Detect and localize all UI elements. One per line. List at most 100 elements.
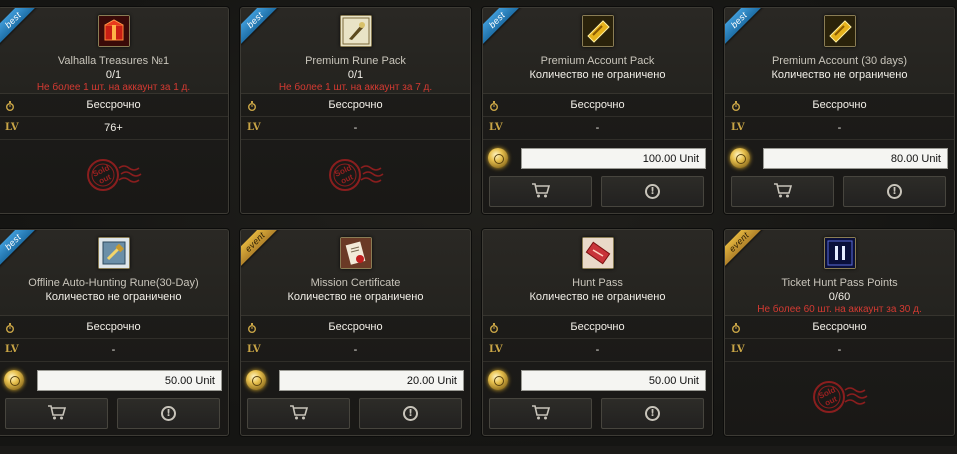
item-quantity: Количество не ограничено [529,291,666,303]
shop-item-card: Hunt Pass Количество не ограничено Бессроч… [482,229,713,436]
info-icon: ! [645,406,660,421]
cart-icon [47,404,67,423]
sold-out-stamp-icon: Sold out [811,376,871,416]
red-pass-ticket-icon[interactable] [581,237,614,269]
level-row: LV - [725,118,954,140]
duration-row: Бессрочно [241,95,470,117]
sold-out-stamp-icon: Sold out [327,154,387,194]
purchase-limit: Не более 1 шт. на аккаунт за 1 д. [36,82,191,93]
shop-item-card: best Valhalla Treasures №1 0/1 Не более 1 ш… [0,7,229,214]
coin-icon [488,370,508,390]
level-row: LV - [725,340,954,362]
shop-item-card: event Ticket Hunt Pass Points 0/60 Не более… [724,229,955,436]
coin-icon [4,370,24,390]
red-treasure-box-icon[interactable] [97,15,130,47]
item-quantity: 0/1 [105,69,122,81]
page-footer-strip [0,446,957,454]
level-value: - [353,344,358,356]
duration-row: Бессрочно [0,317,228,339]
level-row: LV - [483,118,712,140]
duration-value: Бессрочно [86,99,141,111]
item-info-button[interactable]: ! [117,398,220,429]
duration-row: Бессрочно [241,317,470,339]
price-field[interactable]: 20.00 Unit [279,370,464,391]
cart-icon [531,404,551,423]
purchase-limit: Не более 1 шт. на аккаунт за 7 д. [278,82,433,93]
price-field[interactable]: 100.00 Unit [521,148,706,169]
add-to-cart-button[interactable] [247,398,350,429]
rune-quill-icon[interactable] [339,15,372,47]
level-value: - [353,122,358,134]
price-row: 100.00 Unit [483,146,712,170]
level-value: - [111,344,116,356]
item-name: Premium Account (30 days) [771,55,908,67]
shop-item-card: best Premium Rune Pack 0/1 Не более 1 шт. н… [240,7,471,214]
duration-value: Бессрочно [812,99,867,111]
item-name: Premium Account Pack [540,55,655,67]
level-row: LV - [0,340,228,362]
price-row: 50.00 Unit [0,368,228,392]
item-quantity: Количество не ограничено [529,69,666,81]
item-quantity: Количество не ограничено [287,291,424,303]
blue-pass-icon[interactable] [823,237,856,269]
duration-value: Бессрочно [812,321,867,333]
info-icon: ! [645,184,660,199]
level-value: - [595,122,600,134]
shop-item-card: best Premium Account (30 days) Количество … [724,7,955,214]
item-info-button[interactable]: ! [359,398,462,429]
duration-row: Бессрочно [725,317,954,339]
purchase-limit: Не более 60 шт. на аккаунт за 30 д. [757,304,922,315]
duration-value: Бессрочно [328,321,383,333]
level-row: LV 76+ [0,118,228,140]
item-name: Valhalla Treasures №1 [57,55,170,67]
info-icon: ! [887,184,902,199]
level-row: LV - [241,340,470,362]
duration-value: Бессрочно [570,321,625,333]
gold-ticket-icon[interactable] [581,15,614,47]
level-value: 76+ [104,122,123,134]
price-row: 20.00 Unit [241,368,470,392]
shop-item-card: best Offline Auto-Hunting Rune(30-Day) Кол… [0,229,229,436]
item-name: Offline Auto-Hunting Rune(30-Day) [28,277,199,289]
hammer-rune-icon[interactable] [97,237,130,269]
price-row: 80.00 Unit [725,146,954,170]
price-field[interactable]: 50.00 Unit [37,370,222,391]
cart-icon [773,182,793,201]
duration-row: Бессрочно [725,95,954,117]
item-info-button[interactable]: ! [843,176,946,207]
coin-icon [246,370,266,390]
add-to-cart-button[interactable] [5,398,108,429]
coin-icon [488,148,508,168]
item-name: Premium Rune Pack [305,55,406,67]
item-name: Mission Certificate [310,277,401,289]
price-field[interactable]: 50.00 Unit [521,370,706,391]
level-value: - [595,344,600,356]
item-info-button[interactable]: ! [601,176,704,207]
add-to-cart-button[interactable] [489,398,592,429]
price-row: 50.00 Unit [483,368,712,392]
item-info-button[interactable]: ! [601,398,704,429]
item-quantity: 0/1 [347,69,364,81]
shop-item-card: event Mission Certificate Количество не ог… [240,229,471,436]
sold-out-stamp-icon: Sold out [85,154,145,194]
add-to-cart-button[interactable] [731,176,834,207]
item-name: Hunt Pass [572,277,623,289]
duration-value: Бессрочно [86,321,141,333]
coin-icon [730,148,750,168]
gold-ticket-icon[interactable] [823,15,856,47]
add-to-cart-button[interactable] [489,176,592,207]
item-quantity: 0/60 [828,291,851,303]
cart-icon [289,404,309,423]
price-field[interactable]: 80.00 Unit [763,148,948,169]
shop-item-card: best Premium Account Pack Количество не ог… [482,7,713,214]
level-row: LV - [483,340,712,362]
level-value: - [837,122,842,134]
duration-value: Бессрочно [328,99,383,111]
item-name: Ticket Hunt Pass Points [781,277,898,289]
duration-value: Бессрочно [570,99,625,111]
info-icon: ! [403,406,418,421]
item-quantity: Количество не ограничено [45,291,182,303]
scroll-certificate-icon[interactable] [339,237,372,269]
info-icon: ! [161,406,176,421]
duration-row: Бессрочно [0,95,228,117]
